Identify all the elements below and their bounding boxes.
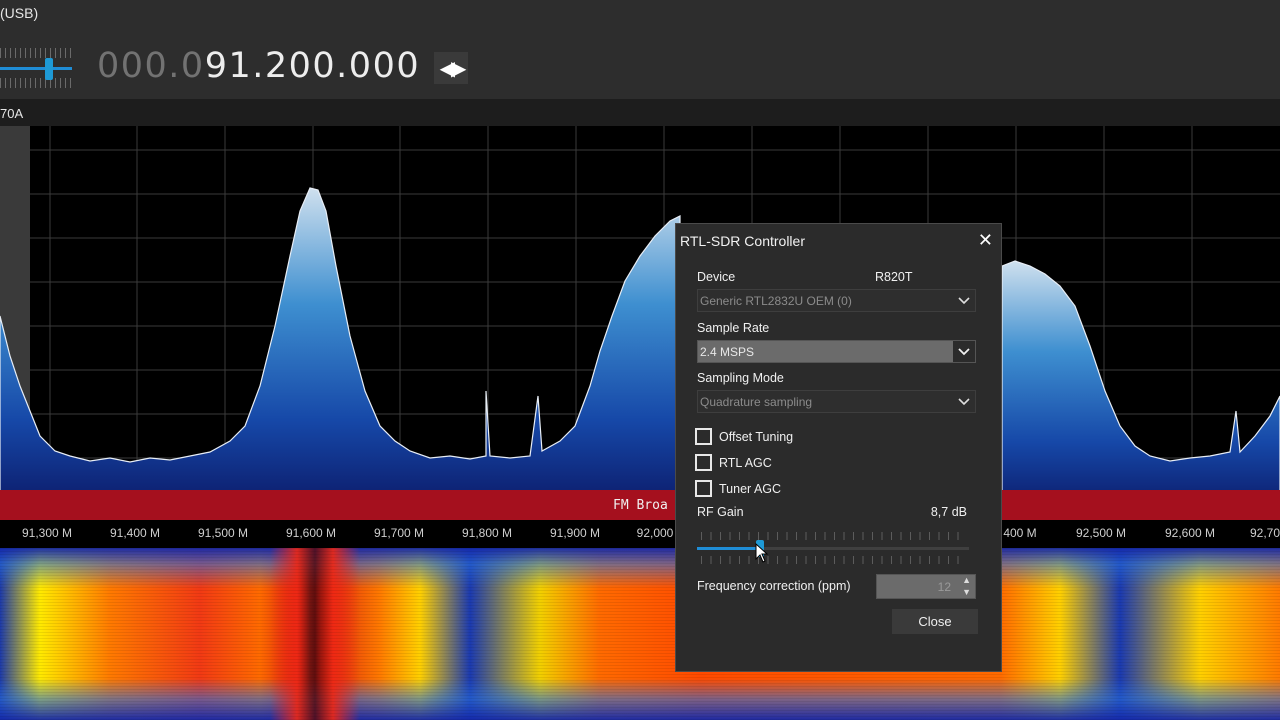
axis-tick: 91,800 M <box>461 526 513 540</box>
chevron-down-icon <box>953 391 975 412</box>
sample-rate-value: 2.4 MSPS <box>700 345 755 359</box>
dialog-title: RTL-SDR Controller <box>680 233 805 249</box>
frequency-digits: 91.200.000 <box>204 46 421 86</box>
left-right-arrows-icon: ◀▶ <box>439 57 467 80</box>
checkbox-box[interactable] <box>695 480 712 497</box>
waterfall-texture <box>0 548 1280 720</box>
sampling-mode-select[interactable]: Quadrature sampling <box>697 390 976 413</box>
slider-fill <box>697 547 760 550</box>
frequency-correction-label: Frequency correction (ppm) <box>697 579 851 593</box>
rtl-sdr-controller-dialog: RTL-SDR Controller ✕ Device R820T Generi… <box>675 223 1002 672</box>
spinbox-value: 12 <box>937 580 951 594</box>
axis-tick: 92,000 <box>636 526 674 540</box>
axis-tick: 92,600 M <box>1164 526 1216 540</box>
chevron-up-icon[interactable]: ▲ <box>962 575 971 585</box>
device-label: Device <box>697 270 736 284</box>
rf-gain-value: 8,7 dB <box>930 505 967 519</box>
info-bar: 70A <box>0 99 1280 126</box>
frequency-display[interactable]: 000.091.200.000 <box>97 46 420 86</box>
close-icon[interactable]: ✕ <box>978 230 993 251</box>
volume-slider[interactable] <box>0 44 75 94</box>
spectrum-trace-right <box>1001 260 1280 520</box>
rf-gain-slider[interactable] <box>697 530 969 566</box>
slider-ticks <box>701 532 967 540</box>
slider-ticks <box>701 556 967 564</box>
rf-gain-label: RF Gain <box>697 505 744 519</box>
device-select[interactable]: Generic RTL2832U OEM (0) <box>697 289 976 312</box>
tune-arrows-button[interactable]: ◀▶ <box>434 52 468 84</box>
slider-ticks <box>0 78 72 88</box>
axis-tick: 92,70 <box>1249 526 1280 540</box>
waterfall-view[interactable] <box>0 548 1280 720</box>
frequency-axis: 91,300 M 91,400 M 91,500 M 91,600 M 91,7… <box>0 520 1280 548</box>
axis-tick: 92,500 M <box>1075 526 1127 540</box>
mouse-cursor-icon <box>755 543 769 563</box>
axis-tick: 91,700 M <box>373 526 425 540</box>
info-bar-label: 70A <box>0 106 24 121</box>
checkbox-label: Offset Tuning <box>719 430 794 444</box>
slider-handle[interactable] <box>45 58 53 80</box>
device-select-value: Generic RTL2832U OEM (0) <box>700 294 852 308</box>
checkbox-box[interactable] <box>695 428 712 445</box>
axis-tick: 91,600 M <box>285 526 337 540</box>
slider-track <box>0 67 72 70</box>
frequency-correction-spinbox[interactable]: 12 ▲ ▼ <box>876 574 976 599</box>
sampling-mode-label: Sampling Mode <box>697 371 784 385</box>
top-toolbar: (USB) 000.091.200.000 ◀▶ <box>0 0 1280 99</box>
chevron-down-icon <box>953 290 975 311</box>
checkbox-label: Tuner AGC <box>719 482 782 496</box>
sampling-mode-value: Quadrature sampling <box>700 395 813 409</box>
chevron-down-icon <box>953 341 975 362</box>
mode-label: (USB) <box>0 5 39 21</box>
sample-rate-label: Sample Rate <box>697 321 770 335</box>
checkbox-label: RTL AGC <box>719 456 772 470</box>
sample-rate-select[interactable]: 2.4 MSPS <box>697 340 976 363</box>
axis-tick: 91,900 M <box>549 526 601 540</box>
checkbox-box[interactable] <box>695 454 712 471</box>
axis-tick: 91,300 M <box>21 526 73 540</box>
axis-tick: 91,500 M <box>197 526 249 540</box>
device-tuner: R820T <box>875 270 913 284</box>
chevron-down-icon[interactable]: ▼ <box>962 587 971 597</box>
axis-tick: 400 M <box>1003 526 1037 540</box>
close-button[interactable]: Close <box>892 609 978 634</box>
spectrum-view[interactable]: FM Broa <box>0 126 1280 520</box>
band-plan-label: FM Broa <box>613 498 668 513</box>
axis-tick: 91,400 M <box>109 526 161 540</box>
frequency-leading-digits: 000.0 <box>97 46 205 86</box>
slider-ticks <box>0 48 72 58</box>
spectrum-plot: FM Broa <box>0 126 1280 520</box>
